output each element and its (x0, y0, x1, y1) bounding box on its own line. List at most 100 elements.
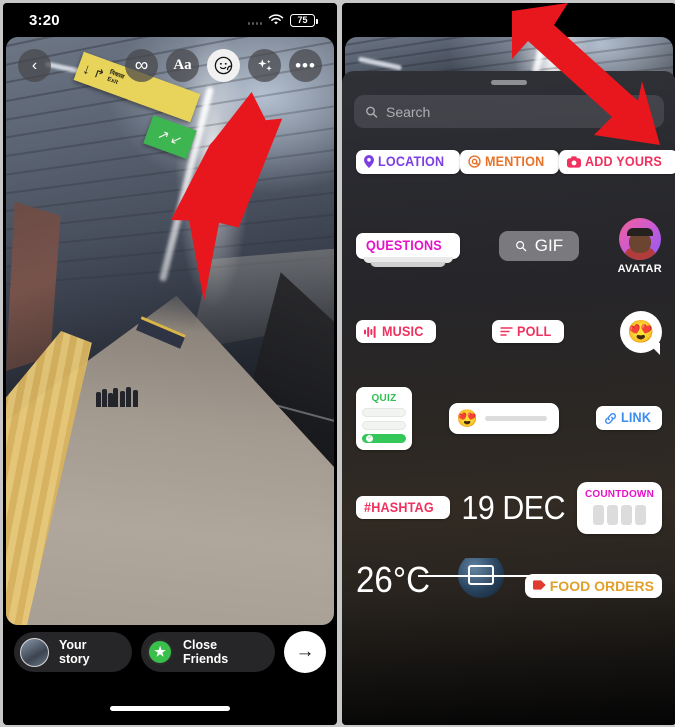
story-tools-group: ∞ Aa ••• (125, 49, 322, 82)
avatar-image (618, 217, 661, 260)
person-silhouette (95, 392, 101, 408)
person-silhouette (113, 388, 119, 408)
avatar-icon (20, 637, 49, 667)
quiz-sticker[interactable]: QUIZ ✓ (356, 386, 412, 450)
star-icon: ★ (147, 639, 174, 665)
at-sign-icon (467, 155, 481, 168)
avatar-face (626, 227, 653, 253)
temperature-sticker[interactable]: 26°C (356, 562, 430, 598)
sticker-smiley-icon (214, 56, 233, 75)
link-chain-icon (604, 412, 617, 425)
quiz-option-correct: ✓ (362, 433, 406, 443)
countdown-digit (606, 504, 618, 525)
loop-infinity-icon: ∞ (134, 55, 149, 76)
status-time: 3:20 (29, 11, 60, 29)
home-indicator (110, 706, 230, 711)
emoji-slider-sticker[interactable]: 😍 (448, 402, 559, 434)
countdown-sticker-label: COUNTDOWN (584, 488, 654, 500)
questions-sticker-chip: QUESTIONS (356, 233, 461, 259)
battery-level: 75 (297, 14, 308, 25)
text-tool-button[interactable]: Aa (166, 49, 199, 82)
checkmark-icon: ✓ (366, 434, 373, 442)
poll-lines-icon (500, 326, 514, 337)
poll-sticker[interactable]: POLL (492, 319, 564, 344)
quiz-option-1 (362, 407, 406, 417)
food-orders-sticker-label: FOOD ORDERS (549, 577, 654, 594)
your-story-button[interactable]: Your story (14, 632, 133, 672)
location-sticker-label: LOCATION (378, 153, 445, 169)
arrow-right-icon: → (295, 641, 315, 662)
screenshot-root: 3:20 75 ↓ ↱ निकास Exit ↗ ↙ ‹ ∞ Aa ••• Yo… (0, 0, 675, 727)
questions-stack-layer-2 (370, 261, 446, 267)
food-orders-sticker[interactable]: FOOD ORDERS (524, 573, 662, 598)
photo-frame-sticker[interactable] (417, 557, 544, 598)
emoji-reaction-glyph: 😍 (627, 318, 655, 344)
gif-sticker-label: GIF (534, 236, 564, 255)
gif-sticker[interactable]: GIF (498, 231, 580, 261)
send-button[interactable]: → (284, 631, 326, 673)
sticker-row-3: MUSIC POLL 😍 (356, 310, 662, 353)
story-action-bar: Your story ★ Close Friends → (3, 631, 337, 673)
map-pin-icon (364, 155, 374, 169)
countdown-digit (634, 504, 646, 525)
add-yours-sticker-label: ADD YOURS (584, 153, 662, 169)
sticker-grid: LOCATION MENTION ADD YOURS QUESTIONS GIF… (342, 128, 675, 598)
sparkles-effects-icon (257, 58, 272, 71)
wifi-icon (268, 14, 284, 25)
battery-indicator: 75 (290, 13, 318, 27)
link-sticker[interactable]: LINK (595, 406, 662, 430)
hashtag-sticker[interactable]: #HASHTAG (356, 495, 450, 520)
location-sticker[interactable]: LOCATION (356, 150, 460, 174)
person-silhouette (119, 391, 125, 408)
status-indicators: 75 (247, 13, 318, 27)
story-photo-canvas[interactable]: ↓ ↱ निकास Exit ↗ ↙ ‹ ∞ Aa ••• (6, 37, 334, 625)
station-photo: ↓ ↱ निकास Exit ↗ ↙ (6, 37, 334, 625)
questions-sticker-label: QUESTIONS (366, 237, 442, 254)
avatar-sticker-label: AVATAR (617, 262, 662, 275)
sheet-grabber[interactable] (491, 80, 527, 85)
search-icon (366, 106, 378, 118)
search-bar[interactable] (354, 95, 664, 128)
effects-button[interactable] (248, 49, 281, 82)
countdown-digit-blocks (592, 504, 646, 525)
close-friends-label: Close Friends (183, 638, 229, 666)
sticker-row-5: #HASHTAG 19 DEC COUNTDOWN (356, 481, 662, 534)
search-input[interactable] (385, 103, 653, 120)
loop-infinity-button[interactable]: ∞ (125, 49, 158, 82)
camera-icon (566, 156, 581, 168)
countdown-sticker[interactable]: COUNTDOWN (576, 481, 662, 534)
slider-track (484, 415, 547, 421)
link-sticker-label: LINK (620, 409, 651, 426)
back-button[interactable]: ‹ (18, 49, 51, 82)
left-phone-screen: 3:20 75 ↓ ↱ निकास Exit ↗ ↙ ‹ ∞ Aa ••• Yo… (3, 3, 337, 725)
countdown-digit (620, 504, 632, 525)
date-sticker[interactable]: 19 DEC (462, 489, 566, 527)
chevron-left-icon: ‹ (31, 56, 38, 74)
person-silhouette (133, 390, 139, 408)
status-bar: 3:20 75 (3, 3, 337, 37)
music-sticker-label: MUSIC (382, 322, 424, 339)
sticker-row-1: LOCATION MENTION ADD YOURS (356, 150, 675, 174)
person-silhouette (101, 389, 107, 408)
emoji-reaction-sticker[interactable]: 😍 (619, 310, 662, 353)
sticker-row-6: 26°C FOOD ORDERS (356, 557, 662, 598)
search-icon (515, 241, 527, 252)
sticker-row-4: QUIZ ✓ 😍 LINK (356, 386, 662, 450)
food-tag-icon (532, 578, 546, 593)
add-yours-sticker[interactable]: ADD YOURS (558, 150, 675, 174)
sticker-tool-button[interactable] (207, 49, 240, 82)
music-sticker[interactable]: MUSIC (356, 319, 437, 344)
questions-sticker[interactable]: QUESTIONS (356, 233, 461, 267)
avatar-sticker[interactable]: AVATAR (617, 217, 662, 275)
exit-green-arrow-2-icon: ↙ (168, 130, 185, 150)
person-silhouette (126, 387, 132, 408)
mention-sticker[interactable]: MENTION (459, 150, 559, 174)
close-friends-button[interactable]: ★ Close Friends (141, 632, 275, 672)
people-silhouettes (95, 337, 147, 408)
hashtag-sticker-label: #HASHTAG (364, 498, 434, 515)
your-story-label: Your story (59, 638, 90, 666)
signal-dots-icon (247, 16, 262, 25)
text-aa-icon: Aa (173, 57, 192, 73)
equalizer-icon (364, 325, 378, 338)
more-options-button[interactable]: ••• (289, 49, 322, 82)
